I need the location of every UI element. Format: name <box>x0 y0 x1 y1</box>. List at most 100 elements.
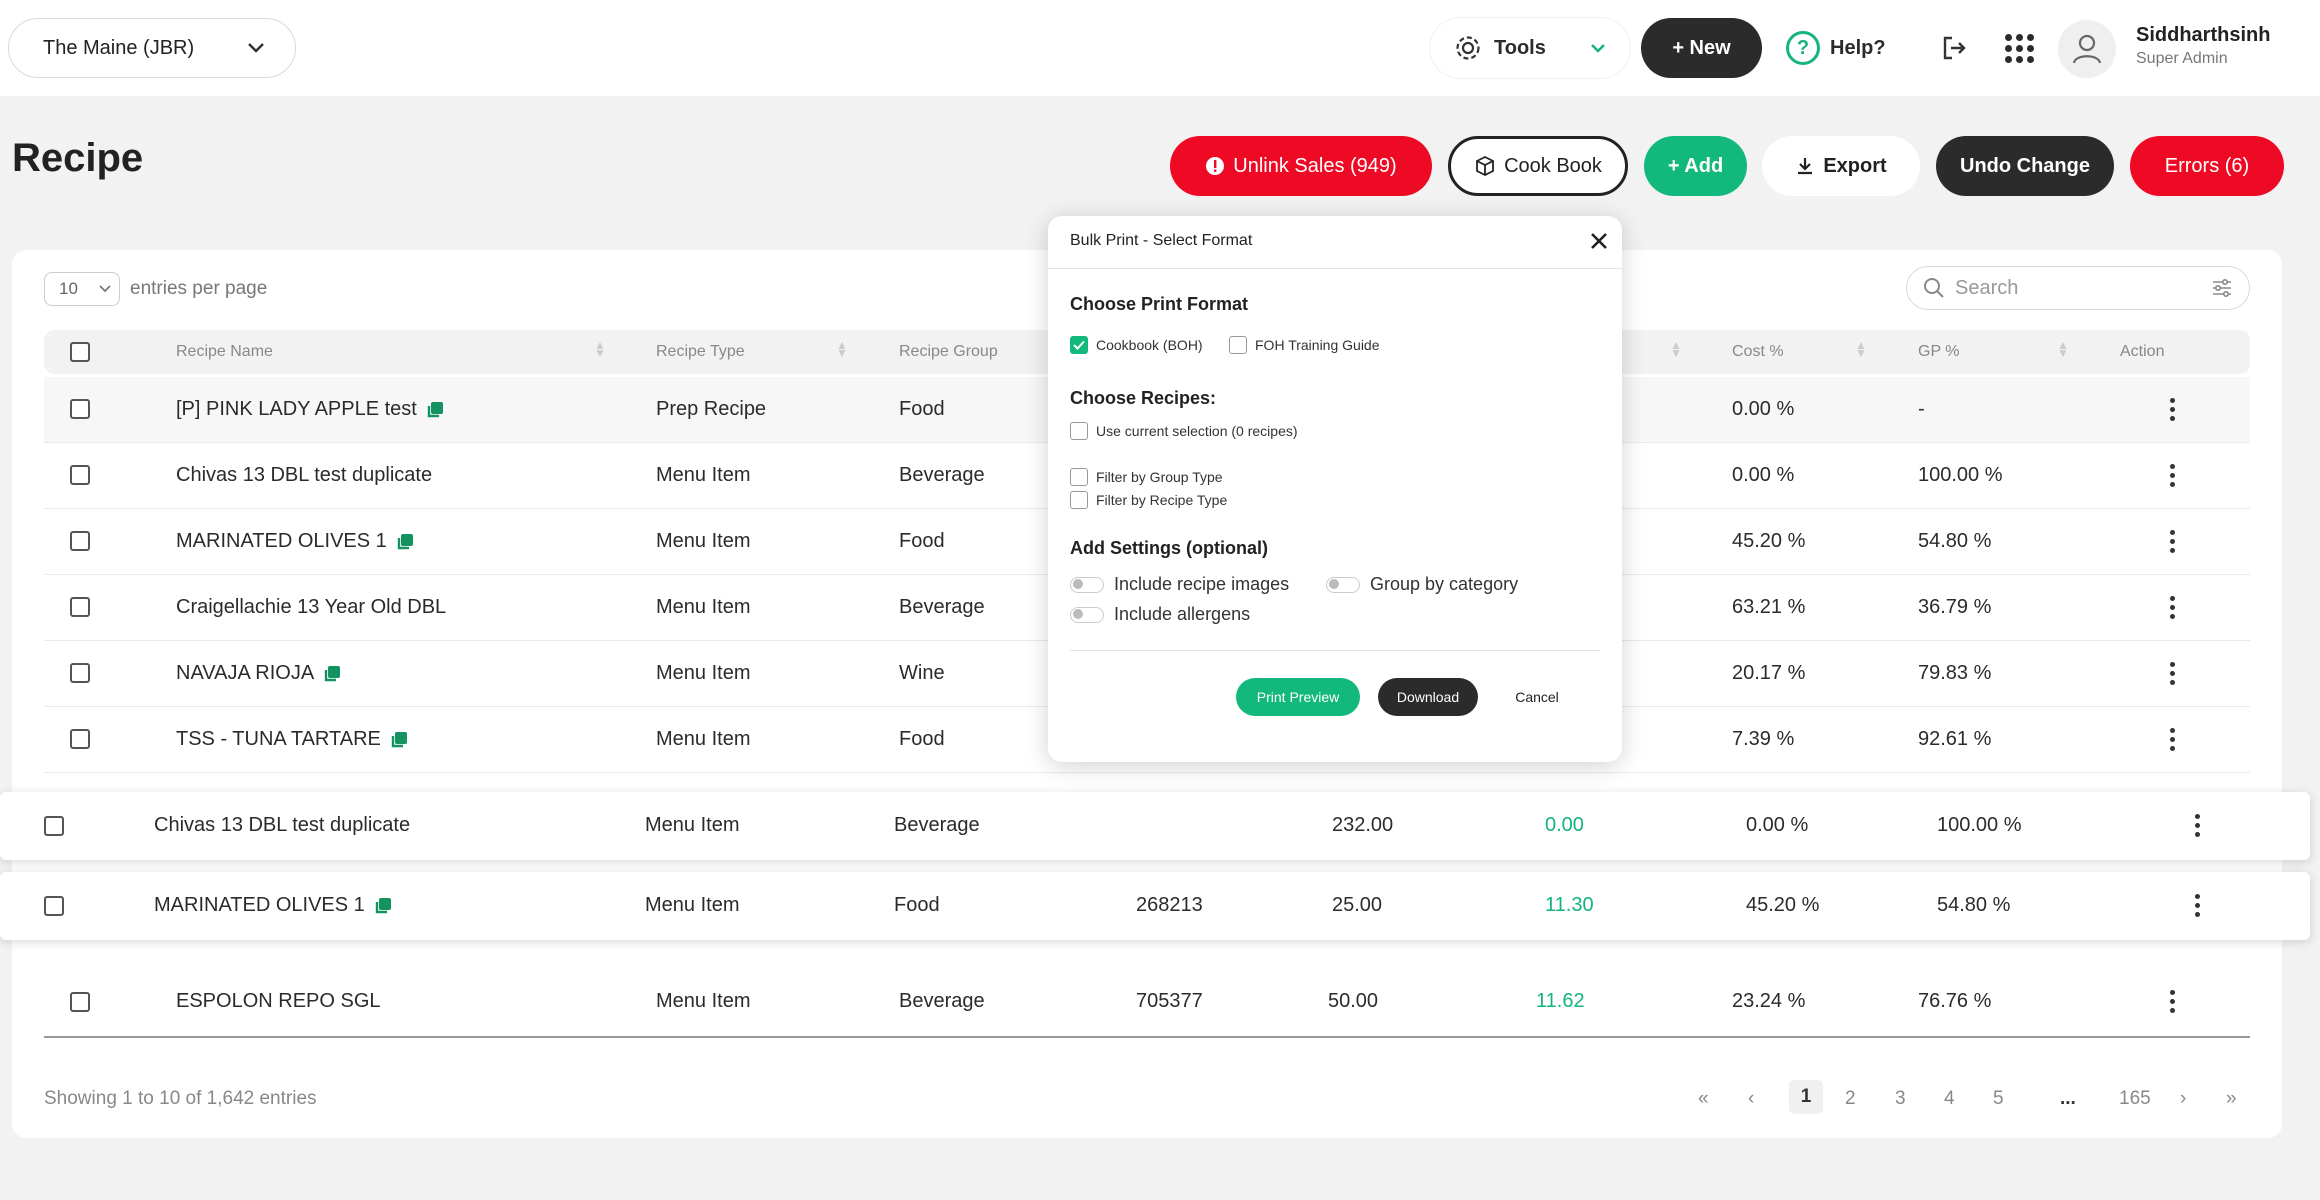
checkbox[interactable] <box>1229 336 1247 354</box>
group-by-category-option[interactable]: Group by category <box>1326 574 1518 595</box>
column-cost-percent[interactable]: Cost % <box>1732 343 1784 361</box>
include-images-option[interactable]: Include recipe images <box>1070 574 1289 595</box>
avatar[interactable] <box>2058 20 2116 78</box>
pagination-page-4[interactable]: 4 <box>1944 1088 1955 1110</box>
use-current-selection-option[interactable]: Use current selection (0 recipes) <box>1070 422 1298 440</box>
row-menu-icon[interactable] <box>2170 530 2176 553</box>
row-menu-icon[interactable] <box>2170 990 2176 1013</box>
pagination-prev[interactable]: ‹ <box>1748 1088 1754 1110</box>
sort-icon[interactable]: ▲ ▼ <box>836 339 848 359</box>
recipe-name-cell[interactable]: ESPOLON REPO SGL <box>176 990 381 1013</box>
help-button[interactable]: ? Help? <box>1780 18 1900 78</box>
search-input[interactable]: Search <box>1906 266 2250 310</box>
pagination-page-2[interactable]: 2 <box>1845 1088 1856 1110</box>
linked-icon <box>427 401 443 417</box>
row-menu-icon[interactable] <box>2170 728 2176 751</box>
sort-icon[interactable]: ▲ ▼ <box>594 339 606 359</box>
user-name: Siddharthsinh <box>2136 24 2271 46</box>
row-menu-icon[interactable] <box>2170 596 2176 619</box>
row-checkbox[interactable] <box>70 597 90 617</box>
recipe-name-cell[interactable]: Craigellachie 13 Year Old DBL <box>176 596 446 619</box>
box-icon <box>1476 155 1494 177</box>
tools-dropdown[interactable]: Tools <box>1430 18 1630 78</box>
pagination-page-3[interactable]: 3 <box>1895 1088 1906 1110</box>
gp-percent-cell: 100.00 % <box>1937 814 2022 836</box>
recipe-group-cell: Beverage <box>899 464 985 486</box>
row-checkbox[interactable] <box>44 816 64 836</box>
row-menu-icon[interactable] <box>2170 662 2176 685</box>
format-cookbook-option[interactable]: Cookbook (BOH) <box>1070 336 1203 354</box>
recipe-name-cell[interactable]: MARINATED OLIVES 1 <box>176 530 415 553</box>
select-all-checkbox[interactable] <box>70 342 90 362</box>
row-checkbox[interactable] <box>44 896 64 916</box>
recipe-name-cell[interactable]: NAVAJA RIOJA <box>176 662 342 685</box>
checkbox-checked[interactable] <box>1070 336 1088 354</box>
store-select[interactable]: The Maine (JBR) <box>8 18 296 78</box>
checkbox[interactable] <box>1070 468 1088 486</box>
download-button[interactable]: Download <box>1378 678 1478 716</box>
unlink-sales-button[interactable]: Unlink Sales (949) <box>1170 136 1432 196</box>
toggle-switch[interactable] <box>1070 606 1104 623</box>
checkbox[interactable] <box>1070 491 1088 509</box>
recipe-name-cell[interactable]: Chivas 13 DBL test duplicate <box>176 464 432 487</box>
logout-button[interactable] <box>1928 22 1980 74</box>
pagination-page-1[interactable]: 1 <box>1789 1080 1823 1114</box>
row-checkbox[interactable] <box>70 531 90 551</box>
recipe-name-cell[interactable]: [P] PINK LADY APPLE test <box>176 398 445 421</box>
include-allergens-label: Include allergens <box>1114 604 1251 624</box>
row-menu-icon[interactable] <box>2170 398 2176 421</box>
pagination-next[interactable]: › <box>2180 1088 2186 1110</box>
checkbox[interactable] <box>1070 422 1088 440</box>
filter-recipe-type-option[interactable]: Filter by Recipe Type <box>1070 491 1227 509</box>
toggle-switch[interactable] <box>1326 576 1360 593</box>
row-checkbox[interactable] <box>70 465 90 485</box>
gp-percent-cell: 92.61 % <box>1918 728 1992 750</box>
format-foh-option[interactable]: FOH Training Guide <box>1229 336 1380 354</box>
pagination-last[interactable]: » <box>2226 1088 2237 1110</box>
recipe-name-cell[interactable]: MARINATED OLIVES 1 <box>154 894 393 917</box>
group-by-category-label: Group by category <box>1370 574 1519 594</box>
recipe-name-cell[interactable]: Chivas 13 DBL test duplicate <box>154 814 410 837</box>
row-checkbox[interactable] <box>70 992 90 1012</box>
column-recipe-name[interactable]: Recipe Name <box>176 343 273 361</box>
format-foh-label: FOH Training Guide <box>1255 337 1380 353</box>
row-menu-icon[interactable] <box>2195 814 2201 837</box>
include-allergens-option[interactable]: Include allergens <box>1070 604 1250 625</box>
filter-group-type-option[interactable]: Filter by Group Type <box>1070 468 1223 486</box>
add-button[interactable]: + Add <box>1644 136 1747 196</box>
row-menu-icon[interactable] <box>2195 894 2201 917</box>
pagination-page-last[interactable]: 165 <box>2119 1088 2151 1110</box>
cancel-button[interactable]: Cancel <box>1496 678 1578 716</box>
filter-recipe-type-label: Filter by Recipe Type <box>1096 492 1228 508</box>
column-recipe-type[interactable]: Recipe Type <box>656 343 745 361</box>
sort-icon[interactable]: ▲ ▼ <box>1670 339 1682 359</box>
sort-icon[interactable]: ▲ ▼ <box>1855 339 1867 359</box>
row-menu-icon[interactable] <box>2170 464 2176 487</box>
undo-change-button[interactable]: Undo Change <box>1936 136 2114 196</box>
chevron-down-icon <box>248 43 264 53</box>
gp-percent-cell: - <box>1918 398 1925 420</box>
row-checkbox[interactable] <box>70 729 90 749</box>
entries-per-page-select[interactable]: 10 <box>44 272 120 306</box>
page-title: Recipe <box>12 136 144 180</box>
cook-book-button[interactable]: Cook Book <box>1448 136 1628 196</box>
pagination-page-5[interactable]: 5 <box>1993 1088 2004 1110</box>
sort-icon[interactable]: ▲ ▼ <box>2057 339 2069 359</box>
close-icon[interactable] <box>1588 230 1610 252</box>
pagination-first[interactable]: « <box>1698 1088 1709 1110</box>
print-preview-button[interactable]: Print Preview <box>1236 678 1360 716</box>
apps-grid-icon[interactable] <box>1993 22 2045 74</box>
filter-icon[interactable] <box>2211 278 2233 298</box>
errors-button[interactable]: Errors (6) <box>2130 136 2284 196</box>
new-button[interactable]: + New <box>1641 18 1762 78</box>
column-recipe-group[interactable]: Recipe Group <box>899 343 998 361</box>
row-checkbox[interactable] <box>70 399 90 419</box>
column-gp-percent[interactable]: GP % <box>1918 343 1960 361</box>
export-button[interactable]: Export <box>1762 136 1920 196</box>
toggle-switch[interactable] <box>1070 576 1104 593</box>
entries-per-page: 10 entries per page <box>44 272 267 306</box>
recipe-type-cell: Menu Item <box>656 662 751 684</box>
code-cell: 705377 <box>1136 990 1203 1012</box>
recipe-name-cell[interactable]: TSS - TUNA TARTARE <box>176 728 409 751</box>
row-checkbox[interactable] <box>70 663 90 683</box>
